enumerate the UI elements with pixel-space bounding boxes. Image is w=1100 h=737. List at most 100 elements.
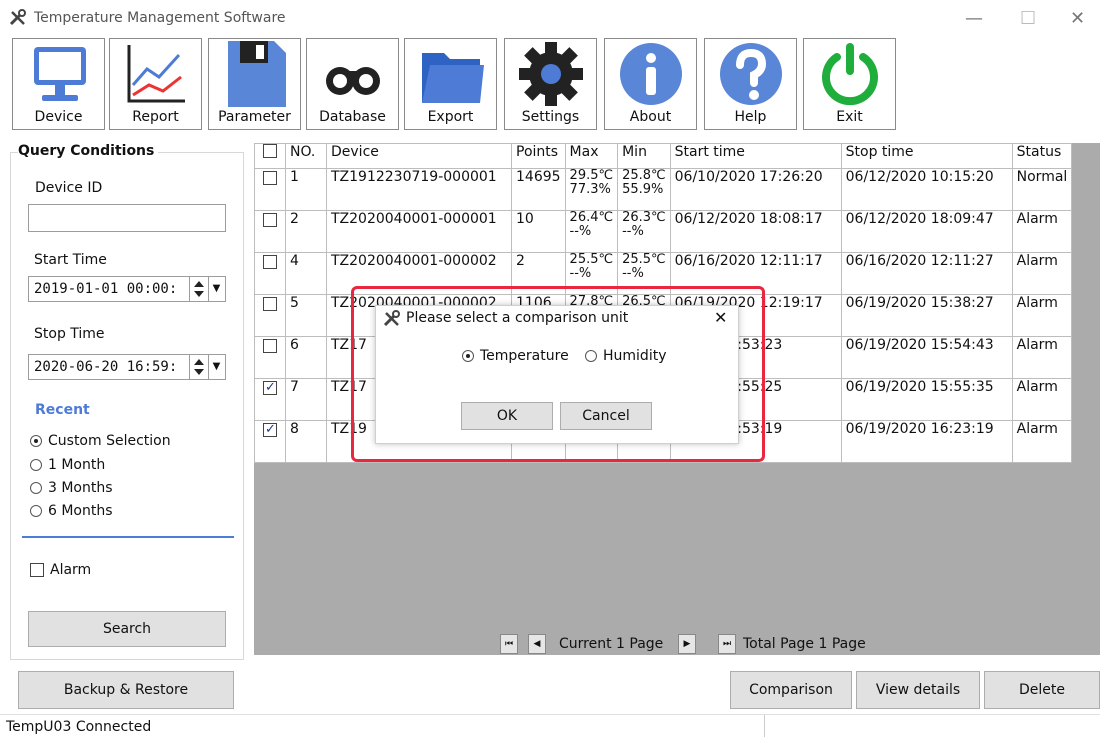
header-device[interactable]: Device [326, 143, 512, 169]
select-all-checkbox[interactable] [254, 143, 286, 169]
cell-max-temp: 25.5℃ [569, 252, 614, 267]
stop-time-label: Stop Time [34, 326, 105, 342]
cell-select [254, 420, 286, 463]
next-page-button[interactable]: ▶ [678, 634, 696, 654]
toolbar-exit-button[interactable]: Exit [803, 38, 896, 130]
toolbar-label: Export [427, 109, 474, 125]
row-checkbox[interactable] [263, 213, 277, 227]
toolbar-label: Exit [836, 109, 863, 125]
view-details-button[interactable]: View details [856, 671, 980, 709]
cell-device: TZ2020040001-000001 [326, 210, 512, 253]
divider [22, 536, 234, 538]
cell-max-temp: 26.4℃ [569, 210, 614, 225]
window-title: Temperature Management Software [34, 10, 286, 26]
cell-select [254, 336, 286, 379]
radio-1-month[interactable]: 1 Month [30, 457, 105, 473]
row-checkbox[interactable] [263, 171, 277, 185]
toolbar-label: Device [34, 109, 83, 125]
toolbar-label: Parameter [218, 109, 291, 125]
header-status[interactable]: Status [1011, 143, 1073, 169]
query-conditions-title: Query Conditions [18, 143, 159, 159]
start-time-label: Start Time [34, 252, 107, 268]
radio-label: 6 Months [48, 503, 113, 519]
device-id-input[interactable] [28, 204, 226, 232]
checkbox-label: Alarm [50, 562, 92, 578]
title-bar: Temperature Management Software — ☐ ✕ [0, 0, 1100, 38]
first-page-button[interactable]: ⏮ [500, 634, 518, 654]
stop-time-spinner[interactable] [189, 355, 207, 379]
radio-icon [30, 459, 42, 471]
header-min[interactable]: Min [617, 143, 671, 169]
cell-min-temp: 25.5℃ [622, 252, 666, 267]
toolbar-settings-button[interactable]: Settings [504, 38, 597, 130]
cell-start-time: 06/12/2020 18:08:17 [669, 210, 842, 253]
cell-no: 6 [285, 336, 327, 379]
prev-page-button[interactable]: ◀ [528, 634, 546, 654]
cell-max-temp: 29.5℃ [569, 168, 614, 183]
row-checkbox[interactable] [263, 379, 277, 396]
last-page-button[interactable]: ⏭ [718, 634, 736, 654]
cell-stop-time: 06/16/2020 12:11:27 [840, 252, 1013, 295]
alarm-checkbox[interactable]: Alarm [30, 562, 91, 578]
cell-status: Alarm [1011, 378, 1073, 421]
chevron-down-icon[interactable]: ▼ [208, 355, 224, 379]
row-checkbox[interactable] [263, 255, 277, 269]
toolbar-label: Database [319, 109, 386, 125]
cell-max: 26.4℃ --% [564, 210, 619, 253]
toolbar-about-button[interactable]: About [604, 38, 697, 130]
radio-icon [30, 505, 42, 517]
radio-6-months[interactable]: 6 Months [30, 503, 113, 519]
header-points[interactable]: Points [511, 143, 566, 169]
header-max[interactable]: Max [564, 143, 619, 169]
cell-status: Alarm [1011, 252, 1073, 295]
comparison-button[interactable]: Comparison [730, 671, 852, 709]
cell-max-humidity: 77.3% [569, 182, 611, 197]
search-button[interactable]: Search [28, 611, 226, 647]
info-icon [620, 43, 682, 105]
radio-label: 1 Month [48, 457, 106, 473]
toolbar-device-button[interactable]: Device [12, 38, 105, 130]
radio-label: Custom Selection [48, 433, 171, 449]
total-page-label: Total Page 1 Page [743, 636, 866, 652]
toolbar-help-button[interactable]: Help [704, 38, 797, 130]
cell-status: Normal [1011, 168, 1073, 211]
cell-min-temp: 26.3℃ [622, 210, 666, 225]
cell-no: 2 [285, 210, 327, 253]
toolbar-export-button[interactable]: Export [404, 38, 497, 130]
header-no[interactable]: NO. [285, 143, 327, 169]
cell-stop-time: 06/12/2020 18:09:47 [840, 210, 1013, 253]
recent-label: Recent [35, 402, 90, 418]
close-button[interactable]: ✕ [1070, 8, 1085, 29]
row-checkbox[interactable] [263, 339, 277, 353]
chart-icon [127, 45, 185, 103]
toolbar-database-button[interactable]: Database [306, 38, 399, 130]
cell-select [254, 252, 286, 295]
toolbar-parameter-button[interactable]: Parameter [208, 38, 301, 130]
status-text: TempU03 Connected [6, 719, 152, 735]
cell-min-temp: 25.8℃ [622, 168, 666, 183]
delete-button[interactable]: Delete [984, 671, 1100, 709]
table-row[interactable]: 1 TZ1912230719-000001 14695 29.5℃ 77.3% 25.8℃… [254, 168, 1073, 211]
radio-custom-selection[interactable]: Custom Selection [30, 433, 171, 449]
header-start-time[interactable]: Start time [669, 143, 842, 169]
maximize-button[interactable]: ☐ [1020, 8, 1036, 29]
backup-restore-button[interactable]: Backup & Restore [18, 671, 234, 709]
minimize-button[interactable]: — [965, 8, 983, 29]
table-header-row: NO. Device Points Max Min Start time Sto… [254, 143, 1073, 169]
current-page-label: Current 1 Page [559, 636, 664, 652]
row-checkbox[interactable] [263, 297, 277, 311]
cell-select [254, 378, 286, 421]
cell-select [254, 294, 286, 337]
chevron-down-icon[interactable]: ▼ [208, 277, 224, 301]
start-time-spinner[interactable] [189, 277, 207, 301]
cell-status: Alarm [1011, 420, 1073, 463]
cell-min: 25.8℃ 55.9% [617, 168, 671, 211]
cell-no: 7 [285, 378, 327, 421]
toolbar-report-button[interactable]: Report [109, 38, 202, 130]
table-row[interactable]: 2 TZ2020040001-000001 10 26.4℃ --% 26.3℃ --% 06… [254, 210, 1073, 253]
row-checkbox[interactable] [263, 421, 277, 438]
header-stop-time[interactable]: Stop time [840, 143, 1013, 169]
radio-3-months[interactable]: 3 Months [30, 480, 113, 496]
help-icon [720, 43, 782, 105]
toolbar-label: About [629, 109, 672, 125]
